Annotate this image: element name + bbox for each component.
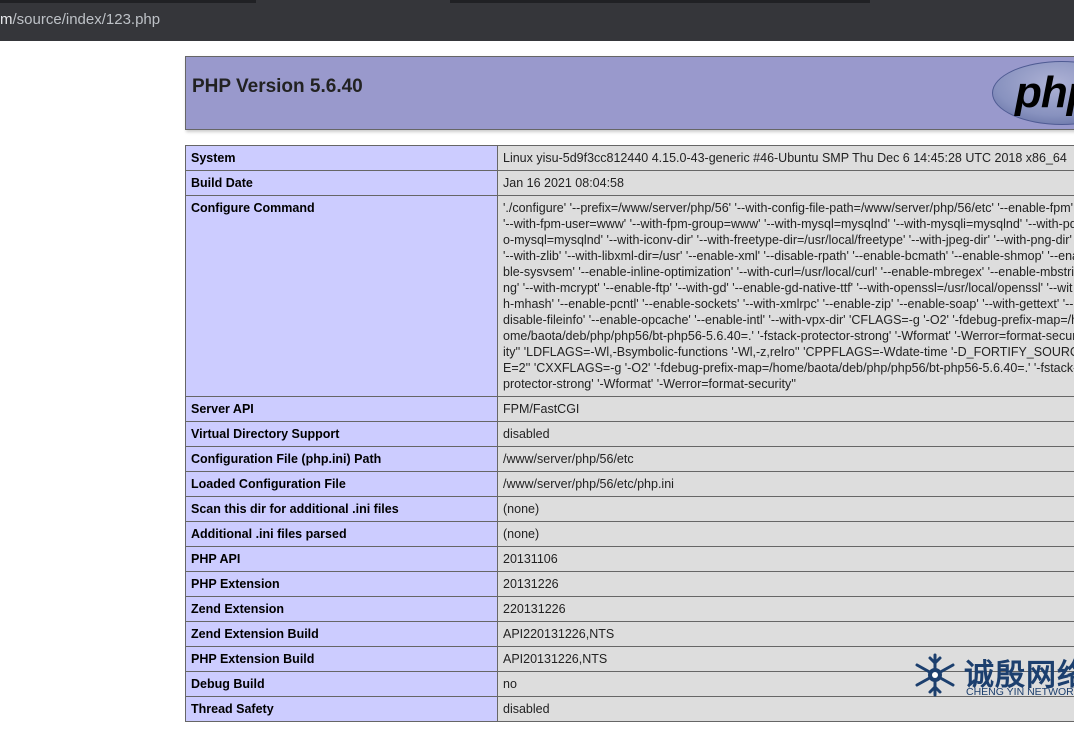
row-key: Scan this dir for additional .ini files: [185, 496, 498, 522]
table-row: Additional .ini files parsed (none): [185, 521, 1074, 547]
row-value: './configure' '--prefix=/www/server/php/…: [497, 195, 1074, 397]
row-key: Thread Safety: [185, 696, 498, 722]
row-key: Configuration File (php.ini) Path: [185, 446, 498, 472]
url-domain-fragment: m: [0, 11, 13, 28]
row-value: (none): [497, 521, 1074, 547]
browser-tab[interactable]: [450, 0, 870, 3]
phpinfo-header: PHP Version 5.6.40 php: [185, 56, 1074, 130]
row-key: PHP Extension: [185, 571, 498, 597]
watermark: 诚殷网络 CHENG YIN NETWORK: [910, 648, 1074, 704]
address-bar-url[interactable]: m/source/index/123.php: [0, 11, 160, 28]
row-value: /www/server/php/56/etc/php.ini: [497, 471, 1074, 497]
row-key: Server API: [185, 396, 498, 422]
table-row: Configuration File (php.ini) Path/www/se…: [185, 446, 1074, 472]
browser-tab[interactable]: [0, 0, 256, 3]
table-row: Configure Command './configure' '--prefix…: [185, 195, 1074, 397]
row-key: Zend Extension Build: [185, 621, 498, 647]
row-key: Loaded Configuration File: [185, 471, 498, 497]
table-row: Zend Extension 220131226: [185, 596, 1074, 622]
table-row: Server API FPM/FastCGI: [185, 396, 1074, 422]
row-key: Virtual Directory Support: [185, 421, 498, 447]
table-row: System Linux yisu-5d9f3cc812440 4.15.0-43…: [185, 145, 1074, 171]
url-path: /source/index/123.php: [12, 11, 161, 28]
snowflake-logo-icon: [915, 653, 955, 697]
row-value: disabled: [497, 421, 1074, 447]
table-row: Build Date Jan 16 2021 08:04:58: [185, 170, 1074, 196]
browser-chrome: m/source/index/123.php: [0, 0, 1074, 41]
row-value: 20131226: [497, 571, 1074, 597]
row-value: 220131226: [497, 596, 1074, 622]
table-row: Scan this dir for additional .ini files(…: [185, 496, 1074, 522]
row-value: 20131106: [497, 546, 1074, 572]
row-key: Additional .ini files parsed: [185, 521, 498, 547]
row-value: /www/server/php/56/etc: [497, 446, 1074, 472]
php-logo[interactable]: php: [992, 61, 1074, 125]
php-logo-text: php: [1015, 68, 1074, 117]
row-value: FPM/FastCGI: [497, 396, 1074, 422]
table-row: PHP API 20131106: [185, 546, 1074, 572]
row-value: Jan 16 2021 08:04:58: [497, 170, 1074, 196]
row-value: API220131226,NTS: [497, 621, 1074, 647]
row-key: Build Date: [185, 170, 498, 196]
phpinfo-table: System Linux yisu-5d9f3cc812440 4.15.0-43…: [185, 145, 1074, 722]
table-row: Zend Extension Build API220131226,NTS: [185, 621, 1074, 647]
row-key: System: [185, 145, 498, 171]
row-key: Configure Command: [185, 195, 498, 397]
watermark-en-text: CHENG YIN NETWORK: [966, 686, 1074, 698]
table-row: Loaded Configuration File/www/server/php…: [185, 471, 1074, 497]
row-key: Debug Build: [185, 671, 498, 697]
address-bar[interactable]: m/source/index/123.php: [0, 8, 1074, 34]
table-row: PHP Extension 20131226: [185, 571, 1074, 597]
page-viewport[interactable]: PHP Version 5.6.40 php SystemLinux yisu-…: [0, 41, 1074, 744]
row-key: PHP API: [185, 546, 498, 572]
row-value: Linux yisu-5d9f3cc812440 4.15.0-43-gener…: [497, 145, 1074, 171]
row-key: Zend Extension: [185, 596, 498, 622]
row-value: (none): [497, 496, 1074, 522]
page-title: PHP Version 5.6.40: [192, 76, 363, 97]
row-key: PHP Extension Build: [185, 646, 498, 672]
table-row: Virtual Directory Support disabled: [185, 421, 1074, 447]
